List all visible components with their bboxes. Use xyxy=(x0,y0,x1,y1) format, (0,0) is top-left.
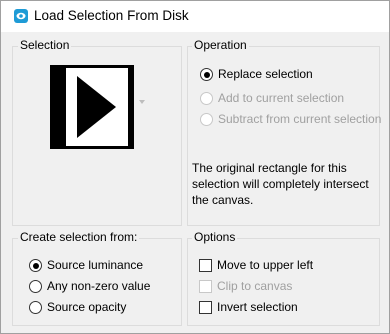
checkbox-label: Move to upper left xyxy=(217,258,314,272)
dialog-window: Load Selection From Disk Selection Opera… xyxy=(0,0,390,334)
thumbnail-dropdown-arrow-icon[interactable] xyxy=(139,100,145,104)
checkbox-label: Invert selection xyxy=(217,300,298,314)
radio-button[interactable] xyxy=(200,68,213,81)
options-group-label: Options xyxy=(192,230,238,244)
play-shape-icon xyxy=(77,76,116,138)
checkbox[interactable] xyxy=(199,301,212,314)
radio-button[interactable] xyxy=(29,301,42,314)
selection-preview-thumbnail[interactable] xyxy=(50,65,134,149)
radio-label: Subtract from current selection xyxy=(218,112,382,126)
radio-label: Replace selection xyxy=(218,67,313,81)
checkbox-label: Clip to canvas xyxy=(217,279,293,293)
radio-label: Source opacity xyxy=(47,300,127,314)
window-title: Load Selection From Disk xyxy=(34,8,189,23)
selection-group-label: Selection xyxy=(18,38,72,52)
title-bar: Load Selection From Disk xyxy=(1,1,389,32)
radio-label: Any non-zero value xyxy=(47,279,151,293)
radio-button[interactable] xyxy=(29,280,42,293)
checkbox xyxy=(199,280,212,293)
checkbox[interactable] xyxy=(199,259,212,272)
radio-button[interactable] xyxy=(29,259,42,272)
radio-button xyxy=(200,92,213,105)
app-icon xyxy=(14,9,28,23)
radio-button xyxy=(200,113,213,126)
create-selection-group-label: Create selection from: xyxy=(18,230,140,244)
radio-label: Add to current selection xyxy=(218,91,345,105)
operation-info-text: The original rectangle for this selectio… xyxy=(192,161,369,207)
radio-label: Source luminance xyxy=(47,258,144,272)
operation-group-label: Operation xyxy=(192,38,249,52)
